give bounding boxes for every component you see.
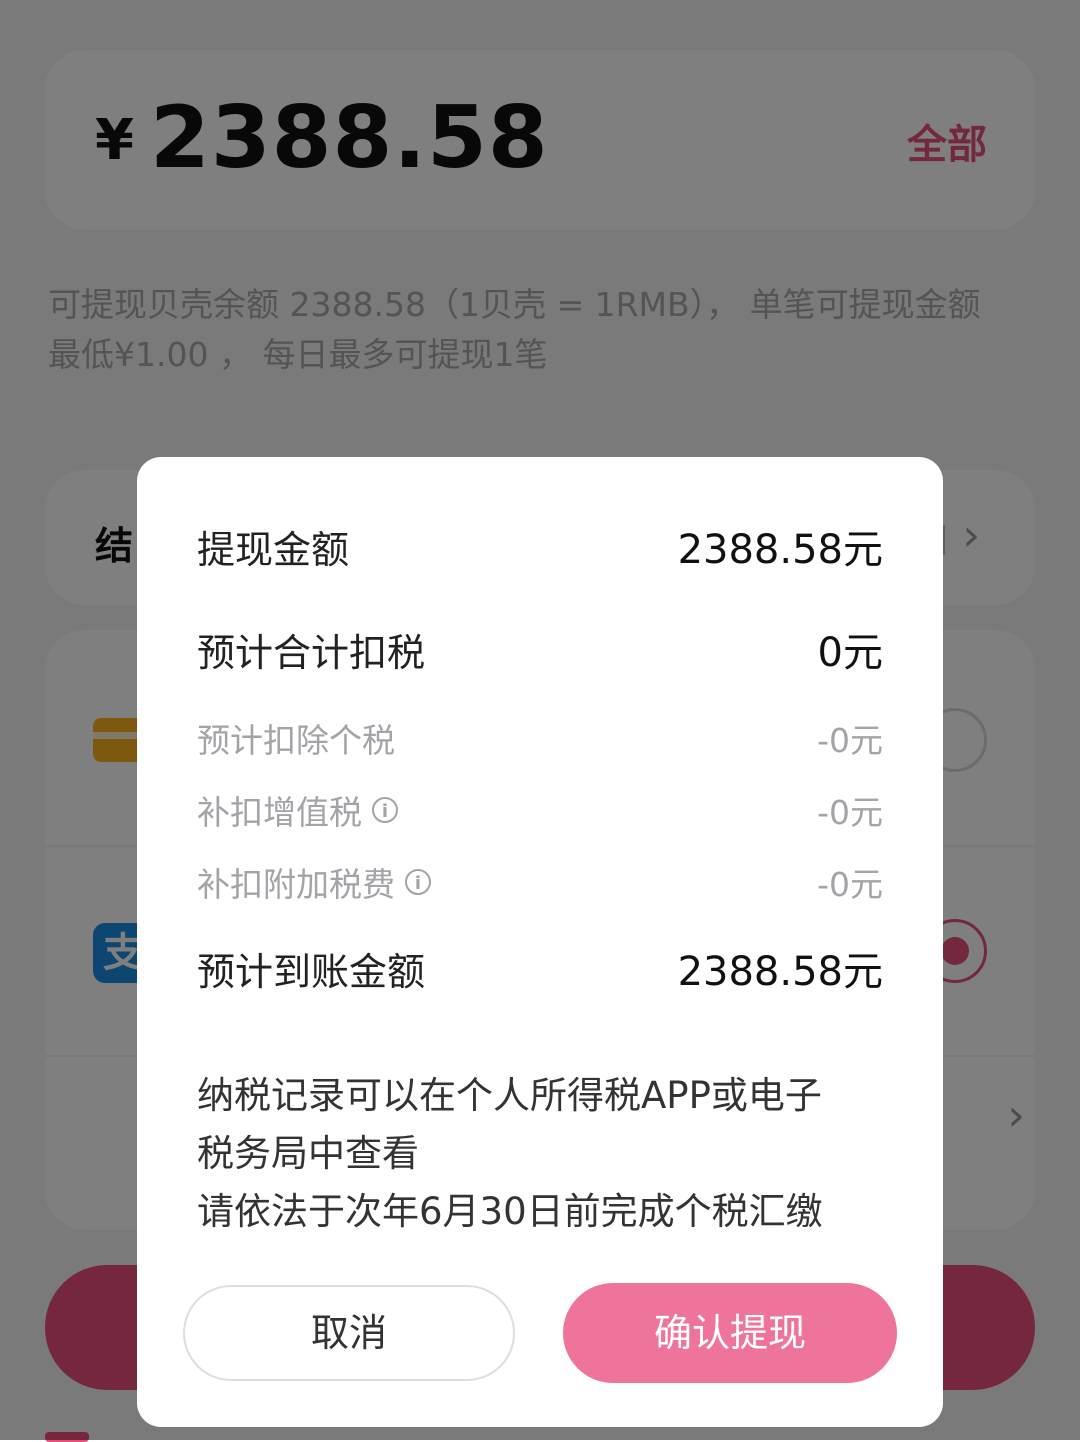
income-tax-value: -0元 [817, 721, 883, 760]
vat-value: -0元 [817, 793, 883, 832]
cancel-button[interactable]: 取消 [183, 1285, 515, 1381]
tax-confirm-dialog: 提现金额 2388.58元 预计合计扣税 0元 预计扣除个税 -0元 补扣增值税… [137, 457, 943, 1427]
total-tax-value: 0元 [817, 630, 883, 676]
row-total-tax: 预计合计扣税 0元 [197, 620, 883, 678]
vat-label: 补扣增值税 [197, 793, 362, 832]
income-tax-label: 预计扣除个税 [197, 721, 395, 760]
info-icon[interactable]: i [405, 869, 431, 895]
surcharge-value: -0元 [817, 865, 883, 904]
row-arrival-amount: 预计到账金额 2388.58元 [197, 939, 883, 997]
row-withdraw-amount: 提现金额 2388.58元 [197, 517, 883, 575]
surcharge-label: 补扣附加税费 [197, 865, 395, 904]
info-icon[interactable]: i [372, 797, 398, 823]
row-vat: 补扣增值税 i -0元 [197, 786, 883, 834]
row-income-tax: 预计扣除个税 -0元 [197, 714, 883, 762]
surcharge-label-group: 补扣附加税费 i [197, 858, 431, 906]
notice-line-3: 请依法于次年6月30日前完成个税汇缴 [197, 1190, 823, 1233]
vat-label-group: 补扣增值税 i [197, 786, 398, 834]
arrival-amount-label: 预计到账金额 [197, 949, 426, 994]
total-tax-label: 预计合计扣税 [197, 630, 426, 675]
row-surcharge: 补扣附加税费 i -0元 [197, 858, 883, 906]
tax-notice-text: 纳税记录可以在个人所得税APP或电子 税务局中查看 请依法于次年6月30日前完成… [197, 1067, 883, 1241]
withdraw-amount-label: 提现金额 [197, 527, 350, 572]
notice-line-1: 纳税记录可以在个人所得税APP或电子 [197, 1074, 822, 1117]
arrival-amount-value: 2388.58元 [677, 949, 883, 995]
notice-line-2: 税务局中查看 [197, 1132, 419, 1175]
confirm-withdraw-button[interactable]: 确认提现 [563, 1283, 897, 1383]
withdraw-amount-value: 2388.58元 [677, 527, 883, 573]
